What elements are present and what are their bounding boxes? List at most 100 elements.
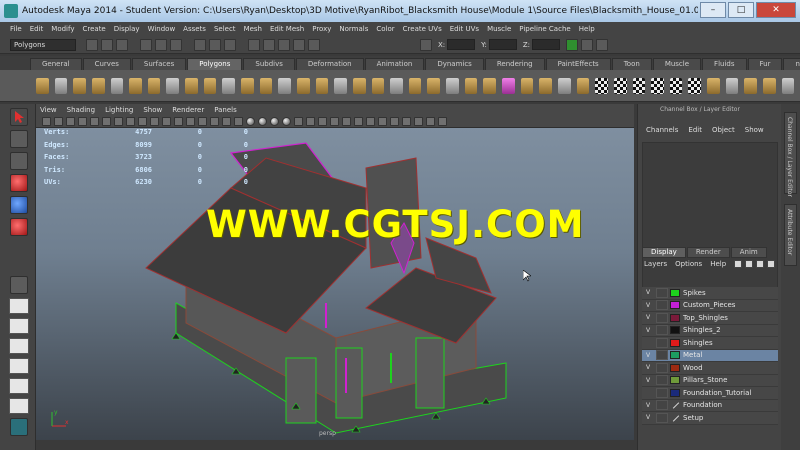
outliner-layout-icon[interactable] bbox=[9, 358, 29, 374]
menu-edit-mesh[interactable]: Edit Mesh bbox=[270, 25, 304, 33]
lights-icon[interactable] bbox=[246, 116, 255, 126]
display-type-toggle[interactable] bbox=[656, 387, 668, 398]
x-field[interactable] bbox=[447, 39, 476, 50]
grease-pencil-icon[interactable] bbox=[102, 116, 111, 126]
channel-menu-show[interactable]: Show bbox=[745, 126, 764, 134]
layer-color-swatch[interactable] bbox=[670, 288, 680, 297]
bridge-icon[interactable] bbox=[371, 77, 385, 94]
panel-menu-shading[interactable]: Shading bbox=[67, 106, 95, 114]
layer-color-swatch[interactable] bbox=[670, 313, 680, 322]
snap-grid-icon[interactable] bbox=[194, 38, 206, 51]
layer-color-swatch[interactable] bbox=[670, 401, 680, 409]
camera-lock-icon[interactable] bbox=[390, 116, 399, 126]
layer-row-shingles[interactable]: Shingles bbox=[642, 337, 778, 350]
prism-icon[interactable] bbox=[147, 77, 161, 94]
helix-icon[interactable] bbox=[203, 77, 217, 94]
new-scene-icon[interactable] bbox=[86, 38, 98, 51]
conform-icon[interactable] bbox=[781, 77, 795, 94]
z-field[interactable] bbox=[532, 39, 561, 50]
platonic-icon[interactable] bbox=[241, 77, 254, 94]
shadows-icon[interactable] bbox=[258, 116, 267, 126]
menu-mesh[interactable]: Mesh bbox=[244, 25, 262, 33]
menu-select[interactable]: Select bbox=[214, 25, 236, 33]
resolution-gate-icon[interactable] bbox=[138, 116, 147, 126]
new-layer-selected-icon[interactable] bbox=[767, 260, 775, 268]
safe-action-icon[interactable] bbox=[174, 116, 183, 126]
menu-assets[interactable]: Assets bbox=[183, 25, 206, 33]
display-type-toggle[interactable] bbox=[656, 300, 668, 311]
shelf-tab-dynamics[interactable]: Dynamics bbox=[425, 58, 484, 70]
xray-icon[interactable] bbox=[282, 116, 291, 126]
layer-color-swatch[interactable] bbox=[670, 363, 680, 372]
pyramid-icon[interactable] bbox=[166, 77, 180, 94]
shelf-tab-curves[interactable]: Curves bbox=[82, 58, 131, 70]
shelf-tab-nhair[interactable]: nHair bbox=[783, 58, 800, 70]
backface-icon[interactable] bbox=[330, 116, 339, 126]
layer-row-metal[interactable]: V Metal bbox=[642, 349, 778, 362]
select-object-icon[interactable] bbox=[155, 38, 167, 51]
panel-menu-panels[interactable]: Panels bbox=[214, 106, 237, 114]
antialias-icon[interactable] bbox=[318, 116, 327, 126]
spherical-uv-icon[interactable] bbox=[651, 77, 664, 94]
channel-menu-edit[interactable]: Edit bbox=[688, 126, 702, 134]
y-field[interactable] bbox=[488, 39, 517, 50]
menu-file[interactable]: File bbox=[10, 25, 22, 33]
display-type-toggle[interactable] bbox=[656, 375, 668, 386]
menu-edit-uvs[interactable]: Edit UVs bbox=[450, 25, 479, 33]
2d-pan-icon[interactable] bbox=[90, 116, 99, 126]
cube-icon[interactable] bbox=[54, 77, 68, 94]
visibility-toggle[interactable]: V bbox=[642, 377, 654, 384]
menu-display[interactable]: Display bbox=[114, 25, 140, 33]
render-settings-icon[interactable] bbox=[293, 38, 305, 51]
ssao-icon[interactable] bbox=[342, 116, 351, 126]
visibility-toggle[interactable]: V bbox=[642, 289, 654, 296]
maximize-button[interactable]: □ bbox=[728, 2, 754, 18]
tool-settings-icon[interactable] bbox=[581, 38, 594, 51]
close-button[interactable]: ✕ bbox=[756, 2, 796, 18]
bookmark-icon[interactable] bbox=[66, 116, 75, 126]
view-transform-icon[interactable] bbox=[426, 116, 435, 126]
ao-icon[interactable] bbox=[270, 116, 279, 126]
two-pane-layout-icon[interactable] bbox=[9, 338, 29, 354]
move-up-icon[interactable] bbox=[734, 260, 742, 268]
motion-blur-icon[interactable] bbox=[354, 116, 363, 126]
color-mgmt-icon[interactable] bbox=[438, 116, 447, 126]
minimize-button[interactable]: – bbox=[700, 2, 726, 18]
menu-color[interactable]: Color bbox=[376, 25, 394, 33]
layer-menu-help[interactable]: Help bbox=[710, 260, 726, 268]
layer-row-wood[interactable]: V Wood bbox=[642, 362, 778, 375]
exposure-icon[interactable] bbox=[402, 116, 411, 126]
display-type-toggle[interactable] bbox=[656, 287, 668, 298]
duplicate-face-icon[interactable] bbox=[539, 77, 552, 94]
pipe-icon[interactable] bbox=[185, 77, 198, 94]
channel-box-icon[interactable] bbox=[596, 38, 609, 51]
shelf-tab-toon[interactable]: Toon bbox=[611, 58, 652, 70]
bevel-icon[interactable] bbox=[483, 77, 497, 94]
safe-title-icon[interactable] bbox=[186, 116, 195, 126]
layer-color-swatch[interactable] bbox=[670, 301, 680, 310]
shelf-tab-general[interactable]: General bbox=[30, 58, 82, 70]
layer-menu-options[interactable]: Options bbox=[675, 260, 702, 268]
render-frame-icon[interactable] bbox=[263, 38, 275, 51]
smooth-icon[interactable] bbox=[315, 77, 329, 94]
soften-icon[interactable] bbox=[725, 77, 739, 94]
shelf-tab-muscle[interactable]: Muscle bbox=[652, 58, 702, 70]
select-tool-icon[interactable] bbox=[10, 108, 28, 126]
open-scene-icon[interactable] bbox=[101, 38, 113, 51]
collapse-icon[interactable] bbox=[576, 77, 590, 94]
append-icon[interactable] bbox=[390, 77, 403, 94]
film-gate-icon[interactable] bbox=[126, 116, 135, 126]
ipr-render-icon[interactable] bbox=[278, 38, 290, 51]
side-tab-channel-box[interactable]: Channel Box / Layer Editor bbox=[784, 112, 797, 197]
rotate-tool-icon[interactable] bbox=[10, 196, 28, 214]
layer-row-spikes[interactable]: V Spikes bbox=[642, 287, 778, 300]
layer-tab-render[interactable]: Render bbox=[686, 247, 730, 258]
default-lights-icon[interactable] bbox=[222, 116, 231, 126]
layer-tab-display[interactable]: Display bbox=[642, 247, 686, 258]
channel-menu-channels[interactable]: Channels bbox=[646, 126, 678, 134]
xray-joints-icon[interactable] bbox=[294, 116, 303, 126]
panel-menu-view[interactable]: View bbox=[40, 106, 57, 114]
menu-set-select[interactable]: Polygons bbox=[10, 38, 76, 51]
gate-mask-icon[interactable] bbox=[150, 116, 159, 126]
shelf-tab-deformation[interactable]: Deformation bbox=[295, 58, 364, 70]
